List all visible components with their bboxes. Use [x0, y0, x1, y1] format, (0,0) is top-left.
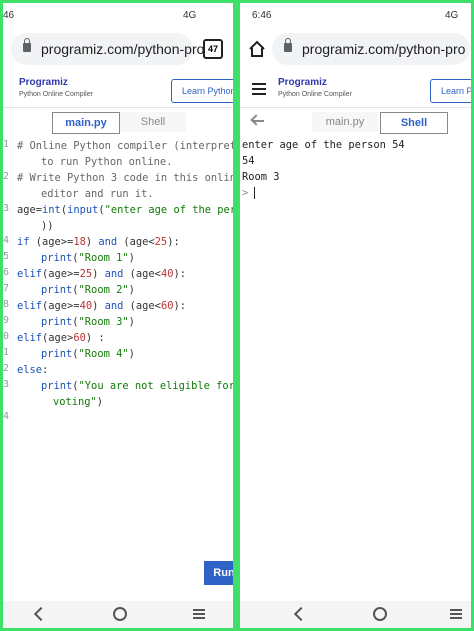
console-prompt[interactable]: > [242, 185, 405, 201]
code-line: to run Python online. [41, 156, 173, 168]
run-button[interactable]: Run [204, 561, 233, 585]
status-time: 46 [3, 10, 15, 21]
code-line: else: [17, 364, 49, 376]
back-icon[interactable] [33, 606, 49, 622]
console-line: Room 3 [242, 171, 280, 183]
home-icon[interactable] [248, 40, 266, 58]
lock-icon [284, 38, 292, 52]
editor-tabs: main.py Shell [3, 107, 233, 137]
recents-icon[interactable] [193, 609, 205, 611]
line-number: 7 [3, 283, 10, 294]
line-number: 8 [3, 299, 10, 310]
code-line: editor and run it. [41, 188, 154, 200]
programiz-logo[interactable]: Programiz [278, 77, 327, 88]
line-number: 3 [3, 203, 10, 214]
logo-subtitle: Python Online Compiler [19, 91, 93, 98]
address-bar[interactable]: programiz.com/python-pro [11, 33, 204, 65]
line-number: 4 [3, 235, 10, 246]
code-line: elif(age>=40) and (age<60): [17, 300, 186, 312]
code-line: print("Room 1") [41, 252, 135, 264]
code-line: # Write Python 3 code in this online [17, 172, 233, 184]
console-line: enter age of the person 54 [242, 139, 405, 151]
programiz-logo[interactable]: Programiz [19, 77, 68, 88]
android-nav-bar [3, 601, 233, 628]
tab-main-py[interactable]: main.py [312, 112, 378, 132]
learn-python-button[interactable]: Learn P [430, 79, 471, 103]
tab-count-button[interactable]: 47 [203, 39, 223, 59]
line-number: 1 [3, 139, 10, 150]
left-phone-screen: 46 4G programiz.com/python-pro 47 Progra… [3, 3, 233, 628]
text-cursor [254, 187, 256, 199]
menu-icon[interactable] [252, 83, 266, 85]
line-number: 9 [3, 315, 10, 326]
console-line: 54 [242, 155, 255, 167]
code-line: print("Room 3") [41, 316, 135, 328]
status-network: 4G [183, 10, 197, 21]
android-nav-bar [240, 601, 471, 628]
tab-shell[interactable]: Shell [380, 112, 448, 134]
code-line: if (age>=18) and (age<25): [17, 236, 180, 248]
status-bar: 6:46 4G [240, 3, 471, 31]
site-header: Programiz Python Online Compiler Learn P [240, 73, 471, 108]
line-number: 1 [3, 347, 10, 358]
status-time: 6:46 [252, 10, 272, 21]
code-line: elif(age>60) : [17, 332, 105, 344]
line-number: 0 [3, 331, 10, 342]
home-icon[interactable] [373, 607, 387, 621]
recents-icon[interactable] [450, 609, 462, 611]
line-number: 5 [3, 251, 10, 262]
code-line: voting") [53, 396, 104, 408]
code-line: age=int(input("enter age of the perso [17, 204, 233, 216]
code-line: # Online Python compiler (interprete [17, 140, 233, 152]
line-number: 4 [3, 411, 10, 422]
line-number: 2 [3, 171, 10, 182]
line-number: 2 [3, 363, 10, 374]
code-line: elif(age>=25) and (age<40): [17, 268, 186, 280]
status-bar: 46 4G [3, 3, 233, 31]
code-line: print("Room 4") [41, 348, 135, 360]
home-icon[interactable] [113, 607, 127, 621]
url-text: programiz.com/python-pro [41, 41, 205, 57]
code-line: print("You are not eligible for [41, 380, 233, 392]
right-phone-screen: 6:46 4G programiz.com/python-pro Program… [240, 3, 471, 628]
tab-shell[interactable]: Shell [120, 112, 186, 132]
shell-output[interactable]: enter age of the person 54 54 Room 3 > [242, 137, 405, 201]
learn-python-button[interactable]: Learn Python [171, 79, 233, 103]
site-header: Programiz Python Online Compiler Learn P… [3, 73, 233, 108]
back-icon[interactable] [293, 606, 309, 622]
editor-tabs: main.py Shell [240, 107, 471, 137]
status-network: 4G [445, 10, 459, 21]
code-line: )) [41, 220, 54, 232]
line-number: 3 [3, 379, 10, 390]
tab-main-py[interactable]: main.py [52, 112, 120, 134]
logo-subtitle: Python Online Compiler [278, 91, 352, 98]
url-text: programiz.com/python-pro [302, 41, 466, 57]
address-bar[interactable]: programiz.com/python-pro [272, 33, 470, 65]
lock-icon [23, 38, 31, 52]
code-line: print("Room 2") [41, 284, 135, 296]
prompt-symbol: > [242, 187, 249, 199]
line-number: 6 [3, 267, 10, 278]
